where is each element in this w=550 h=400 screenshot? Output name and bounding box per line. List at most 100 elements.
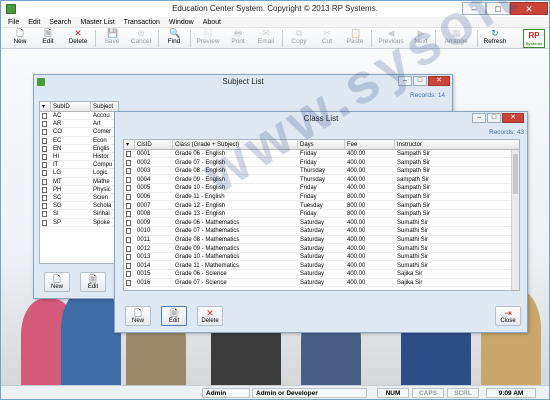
- menu-transaction[interactable]: Transaction: [124, 17, 160, 28]
- toolbar-cancel-button[interactable]: ⊘ Cancel: [127, 28, 155, 49]
- table-row[interactable]: SI Sinhal: [40, 210, 118, 219]
- class-grid-scrollbar[interactable]: [511, 150, 519, 290]
- table-row[interactable]: 0005 Grade 10 - English Friday 400.00 Sampat…: [124, 184, 511, 193]
- toolbar-refresh-button[interactable]: ↻ Refresh: [480, 28, 510, 49]
- toolbar-save-button[interactable]: 💾 Save: [99, 28, 125, 49]
- table-row[interactable]: 0015 Grade 06 - Science Saturday 400.00 Saji…: [124, 270, 511, 279]
- menu-file[interactable]: File: [8, 17, 19, 28]
- menu-window[interactable]: Window: [169, 17, 194, 28]
- table-row[interactable]: 0012 Grade 09 - Mathematics Saturday 400.00…: [124, 245, 511, 253]
- table-row[interactable]: 0016 Grade 07 - Science Saturday 400.00 Saji…: [124, 279, 511, 288]
- class-close-window-button[interactable]: ✕: [502, 113, 524, 123]
- col-days[interactable]: Days: [298, 140, 345, 150]
- subject-list-title-bar[interactable]: Subject List: [34, 75, 452, 89]
- subject-minimize-button[interactable]: –: [398, 76, 412, 86]
- toolbar-next-button[interactable]: ▶ Next: [410, 28, 432, 49]
- class-maximize-button[interactable]: □: [487, 113, 501, 123]
- cell-class: Grade 10 - Mathematics: [175, 254, 240, 261]
- col-fee[interactable]: Fee: [345, 140, 395, 150]
- table-row[interactable]: 0004 Grade 09 - English Thursday 400.00 samp…: [124, 176, 511, 184]
- table-row[interactable]: 0013 Grade 10 - Mathematics Saturday 400.00…: [124, 253, 511, 262]
- cell-class: Grade 11 - English: [175, 194, 225, 200]
- table-row[interactable]: EC Econ: [40, 137, 118, 145]
- table-row[interactable]: 0014 Grade 11 - Mathematics Saturday 400.00…: [124, 262, 511, 270]
- class-edit-button[interactable]: 🗎 Edit: [161, 306, 187, 326]
- table-row[interactable]: SP Spoke: [40, 219, 118, 227]
- status-caps: CAPS: [412, 388, 444, 398]
- toolbar-arrange-button[interactable]: ▦ Arrange: [438, 28, 474, 49]
- subject-new-button[interactable]: 🗋 New: [44, 272, 70, 292]
- toolbar-previous-button[interactable]: ◀ Previous: [374, 28, 408, 49]
- menu-search[interactable]: Search: [49, 17, 71, 28]
- toolbar-paste-button[interactable]: 📋 Paste: [342, 28, 368, 49]
- toolbar-print-button[interactable]: 🖶 Print: [225, 28, 251, 49]
- record-icon: [126, 168, 131, 175]
- table-row[interactable]: 0006 Grade 11 - English Friday 800.00 Sampat…: [124, 193, 511, 202]
- class-grid[interactable]: ▾ ClsID Class (Grade + Subject) Days Fee…: [123, 139, 520, 291]
- menu-master-list[interactable]: Master List: [80, 17, 114, 28]
- subject-close-button[interactable]: ✕: [428, 76, 450, 86]
- toolbar-email-button[interactable]: ✉ Email: [253, 28, 279, 49]
- scrollbar-thumb[interactable]: [513, 154, 518, 194]
- table-row[interactable]: 0011 Grade 08 - Mathematics Saturday 400.00…: [124, 236, 511, 245]
- class-close-button[interactable]: ⇥ Close: [495, 306, 521, 326]
- table-row[interactable]: 0002 Grade 07 - English Friday 400.00 Sampat…: [124, 159, 511, 167]
- toolbar-edit-button[interactable]: 🗎 Edit: [35, 28, 61, 49]
- col-class[interactable]: Class (Grade + Subject): [173, 140, 298, 150]
- cell-fee: 800.00: [347, 211, 366, 218]
- background-photo: [61, 289, 121, 389]
- table-row[interactable]: 0001 Grade 06 - English Friday 400.00 Sampat…: [124, 150, 511, 159]
- minimize-button[interactable]: –: [462, 2, 486, 15]
- menu-edit[interactable]: Edit: [28, 17, 40, 28]
- menu-about[interactable]: About: [203, 17, 221, 28]
- record-icon: [42, 186, 47, 193]
- record-icon: [42, 162, 47, 169]
- toolbar-delete-button[interactable]: ✕ Delete: [64, 28, 92, 49]
- table-row[interactable]: IT Compu: [40, 161, 118, 170]
- toolbar-new-button[interactable]: 🗋 New: [7, 28, 33, 49]
- previous-icon: ◀: [387, 28, 395, 38]
- subject-edit-button[interactable]: 🗎 Edit: [80, 272, 106, 292]
- toolbar-find-button[interactable]: 🔍 Find: [161, 28, 187, 49]
- cell-fee: 400.00: [347, 176, 366, 183]
- table-row[interactable]: EN Englis: [40, 145, 118, 153]
- record-icon: [42, 219, 47, 226]
- table-row[interactable]: SC Scien: [40, 194, 118, 203]
- toolbar-cut-button[interactable]: ✂ Cut: [314, 28, 340, 49]
- app-icon[interactable]: [6, 4, 16, 14]
- app-title: Education Center System. Copyright © 201…: [172, 4, 378, 13]
- cell-instructor: Sampath Sir: [397, 194, 431, 200]
- table-row[interactable]: CO Comer: [40, 128, 118, 137]
- table-row[interactable]: 0003 Grade 08 - English Thursday 400.00 Samp…: [124, 167, 511, 176]
- toolbar-copy-button[interactable]: ⧉ Copy: [286, 28, 312, 49]
- class-list-title-bar[interactable]: Class List: [115, 112, 527, 126]
- cell-days: Saturday: [300, 254, 325, 261]
- table-row[interactable]: MT Mathe: [40, 178, 118, 186]
- class-new-button[interactable]: 🗋 New: [125, 306, 151, 326]
- class-minimize-button[interactable]: –: [472, 113, 486, 123]
- toolbar-preview-button[interactable]: 🗐 Preview: [193, 28, 223, 49]
- close-button[interactable]: ✕: [510, 2, 548, 15]
- table-row[interactable]: HI Histor: [40, 153, 118, 162]
- col-subid[interactable]: SubID: [51, 102, 91, 112]
- cell-class: Grade 07 - Science: [175, 280, 227, 286]
- col-clsid[interactable]: ClsID: [135, 140, 173, 150]
- table-row[interactable]: SG Schola: [40, 202, 118, 211]
- table-row[interactable]: AC Accou: [40, 112, 118, 121]
- table-row[interactable]: 0007 Grade 12 - English Tuesday 800.00 Sampa…: [124, 202, 511, 210]
- subject-maximize-button[interactable]: □: [413, 76, 427, 86]
- table-row[interactable]: 0009 Grade 06 - Mathematics Saturday 400.00…: [124, 219, 511, 227]
- col-instructor[interactable]: Instructor: [395, 140, 519, 150]
- cell-subid: EC: [53, 137, 62, 144]
- table-row[interactable]: 0008 Grade 13 - English Friday 800.00 Sampat…: [124, 210, 511, 219]
- maximize-button[interactable]: □: [486, 2, 510, 15]
- table-row[interactable]: LG Logic: [40, 169, 118, 178]
- table-row[interactable]: AR Art: [40, 120, 118, 129]
- cell-fee: 400.00: [347, 185, 366, 192]
- cell-days: Tuesday: [300, 202, 323, 209]
- subject-grid[interactable]: ▾ SubID Subject AC Accou AR Art CO Comer EC Eco…: [39, 101, 119, 264]
- table-row[interactable]: PH Physic: [40, 186, 118, 194]
- class-delete-button[interactable]: ✕ Delete: [197, 306, 223, 326]
- delete-x-icon: ✕: [74, 28, 82, 38]
- table-row[interactable]: 0010 Grade 07 - Mathematics Saturday 400.00…: [124, 227, 511, 236]
